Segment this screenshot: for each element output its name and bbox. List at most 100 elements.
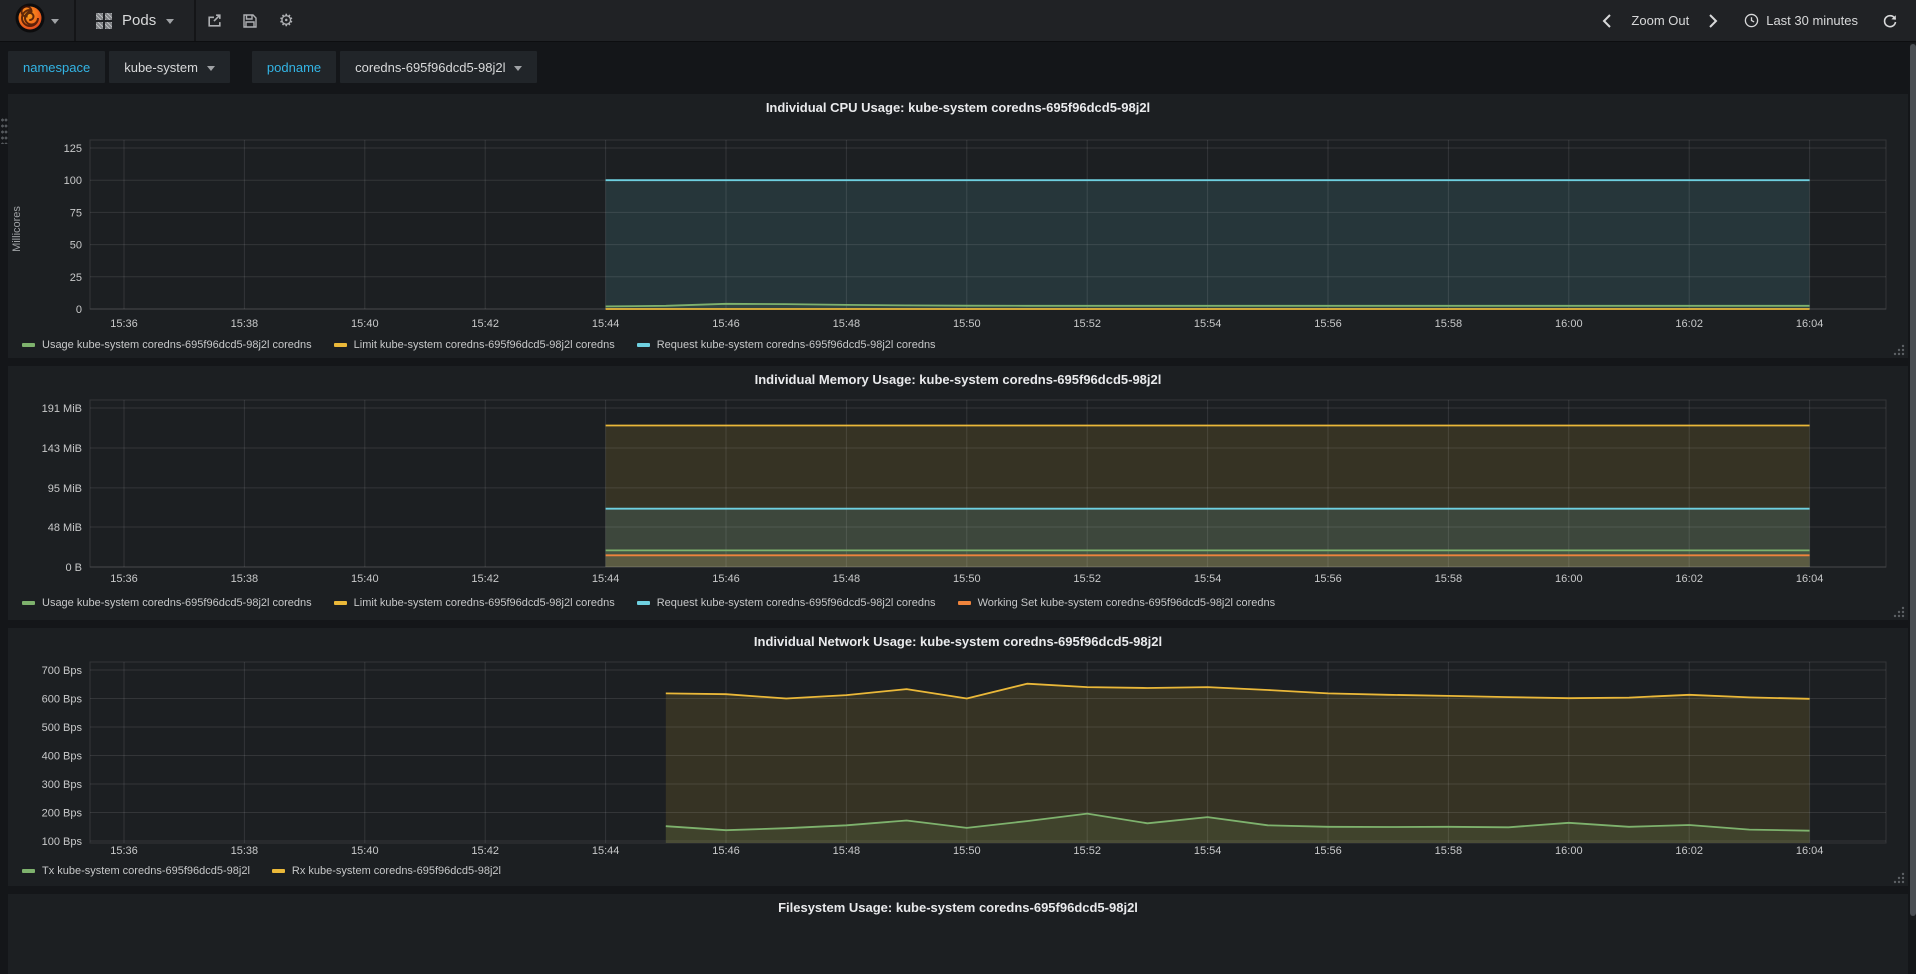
podname-select[interactable]: coredns-695f96dcd5-98j2l [340, 51, 537, 83]
svg-text:Millicores: Millicores [11, 206, 23, 252]
legend-swatch-icon [22, 343, 35, 347]
zoom-out-button[interactable]: Zoom Out [1623, 13, 1697, 28]
svg-text:200 Bps: 200 Bps [42, 808, 83, 820]
legend-swatch-icon [22, 869, 35, 873]
svg-text:16:02: 16:02 [1675, 573, 1703, 585]
legend-swatch-icon [637, 343, 650, 347]
time-range-label: Last 30 minutes [1766, 13, 1858, 28]
svg-text:15:42: 15:42 [471, 845, 499, 857]
time-forward-button[interactable] [1697, 13, 1728, 29]
svg-text:15:38: 15:38 [231, 318, 259, 330]
svg-text:600 Bps: 600 Bps [42, 694, 83, 706]
resize-handle-icon[interactable] [1892, 605, 1906, 619]
share-button[interactable] [196, 0, 232, 41]
legend-label: Usage kube-system coredns-695f96dcd5-98j… [42, 597, 312, 609]
legend-item[interactable]: Usage kube-system coredns-695f96dcd5-98j… [22, 337, 312, 353]
dashboard-title: Pods [122, 12, 156, 29]
legend-swatch-icon [334, 343, 347, 347]
legend-item[interactable]: Limit kube-system coredns-695f96dcd5-98j… [334, 337, 615, 353]
svg-text:50: 50 [70, 240, 82, 252]
svg-text:16:04: 16:04 [1796, 845, 1824, 857]
svg-text:25: 25 [70, 272, 82, 284]
legend-swatch-icon [637, 601, 650, 605]
svg-text:15:48: 15:48 [833, 318, 861, 330]
grafana-logo-icon [15, 3, 45, 38]
svg-text:400 Bps: 400 Bps [42, 751, 83, 763]
scrollbar-thumb[interactable] [1910, 44, 1916, 916]
panel-title-memory[interactable]: Individual Memory Usage: kube-system cor… [8, 366, 1908, 392]
svg-text:16:00: 16:00 [1555, 845, 1583, 857]
grafana-menu-button[interactable] [0, 0, 74, 41]
variable-namespace: namespace kube-system [8, 51, 234, 83]
legend-label: Tx kube-system coredns-695f96dcd5-98j2l [42, 865, 250, 877]
panel-cpu: Individual CPU Usage: kube-system coredn… [8, 94, 1908, 358]
chevron-down-icon [166, 19, 174, 24]
svg-text:15:56: 15:56 [1314, 845, 1342, 857]
legend-label: Request kube-system coredns-695f96dcd5-9… [657, 597, 936, 609]
svg-text:48 MiB: 48 MiB [48, 522, 82, 534]
panel-drag-handle[interactable] [1, 118, 8, 144]
panel-title-network[interactable]: Individual Network Usage: kube-system co… [8, 628, 1908, 654]
legend-item[interactable]: Request kube-system coredns-695f96dcd5-9… [637, 337, 936, 353]
chevron-down-icon [51, 19, 59, 24]
save-icon [242, 13, 258, 29]
legend-label: Limit kube-system coredns-695f96dcd5-98j… [354, 597, 615, 609]
network-chart[interactable]: 15:3615:3815:4015:4215:4415:4615:4815:50… [8, 654, 1908, 860]
legend-item[interactable]: Usage kube-system coredns-695f96dcd5-98j… [22, 595, 312, 611]
panel-title-cpu[interactable]: Individual CPU Usage: kube-system coredn… [8, 94, 1908, 120]
svg-text:15:58: 15:58 [1435, 573, 1463, 585]
svg-text:15:50: 15:50 [953, 318, 981, 330]
svg-text:700 Bps: 700 Bps [42, 665, 83, 677]
svg-text:15:46: 15:46 [712, 573, 740, 585]
template-variables-row: namespace kube-system podname coredns-69… [0, 42, 1916, 94]
refresh-button[interactable] [1866, 13, 1904, 29]
svg-text:15:42: 15:42 [471, 573, 499, 585]
svg-text:16:04: 16:04 [1796, 573, 1824, 585]
legend-item[interactable]: Request kube-system coredns-695f96dcd5-9… [637, 595, 936, 611]
variable-podname: podname coredns-695f96dcd5-98j2l [252, 51, 542, 83]
svg-text:125: 125 [64, 143, 82, 155]
svg-text:15:38: 15:38 [231, 573, 259, 585]
svg-text:15:56: 15:56 [1314, 573, 1342, 585]
legend-item[interactable]: Rx kube-system coredns-695f96dcd5-98j2l [272, 863, 501, 879]
legend-label: Working Set kube-system coredns-695f96dc… [978, 597, 1276, 609]
chevron-down-icon [207, 66, 215, 71]
svg-text:15:48: 15:48 [833, 573, 861, 585]
svg-text:15:40: 15:40 [351, 845, 379, 857]
svg-text:15:46: 15:46 [712, 318, 740, 330]
navbar-right: Zoom Out Last 30 minutes [1592, 0, 1916, 41]
share-icon [206, 12, 223, 29]
legend-swatch-icon [272, 869, 285, 873]
svg-text:15:50: 15:50 [953, 573, 981, 585]
legend-item[interactable]: Limit kube-system coredns-695f96dcd5-98j… [334, 595, 615, 611]
svg-text:16:02: 16:02 [1675, 318, 1703, 330]
chevron-left-icon [1602, 13, 1613, 29]
dashboard-panels: Individual CPU Usage: kube-system coredn… [0, 94, 1916, 974]
resize-handle-icon[interactable] [1892, 871, 1906, 885]
svg-text:15:58: 15:58 [1435, 318, 1463, 330]
panel-title-filesystem[interactable]: Filesystem Usage: kube-system coredns-69… [8, 894, 1908, 920]
cpu-legend: Usage kube-system coredns-695f96dcd5-98j… [8, 334, 1908, 353]
time-range-button[interactable]: Last 30 minutes [1728, 13, 1866, 28]
svg-text:15:52: 15:52 [1073, 318, 1101, 330]
svg-text:191 MiB: 191 MiB [42, 403, 82, 415]
page-scrollbar[interactable] [1910, 43, 1916, 920]
legend-item[interactable]: Tx kube-system coredns-695f96dcd5-98j2l [22, 863, 250, 879]
legend-item[interactable]: Working Set kube-system coredns-695f96dc… [958, 595, 1276, 611]
svg-text:16:02: 16:02 [1675, 845, 1703, 857]
namespace-select[interactable]: kube-system [109, 51, 230, 83]
svg-text:15:36: 15:36 [110, 573, 138, 585]
svg-text:15:40: 15:40 [351, 318, 379, 330]
memory-chart[interactable]: 15:3615:3815:4015:4215:4415:4615:4815:50… [8, 392, 1908, 592]
svg-text:15:36: 15:36 [110, 845, 138, 857]
resize-handle-icon[interactable] [1892, 343, 1906, 357]
settings-button[interactable]: ⚙ [268, 0, 304, 41]
chevron-right-icon [1707, 13, 1718, 29]
cpu-chart[interactable]: 15:3615:3815:4015:4215:4415:4615:4815:50… [8, 120, 1908, 334]
svg-text:15:46: 15:46 [712, 845, 740, 857]
dashboard-picker[interactable]: Pods [74, 0, 196, 41]
svg-text:75: 75 [70, 207, 82, 219]
legend-swatch-icon [958, 601, 971, 605]
time-back-button[interactable] [1592, 13, 1623, 29]
save-button[interactable] [232, 0, 268, 41]
